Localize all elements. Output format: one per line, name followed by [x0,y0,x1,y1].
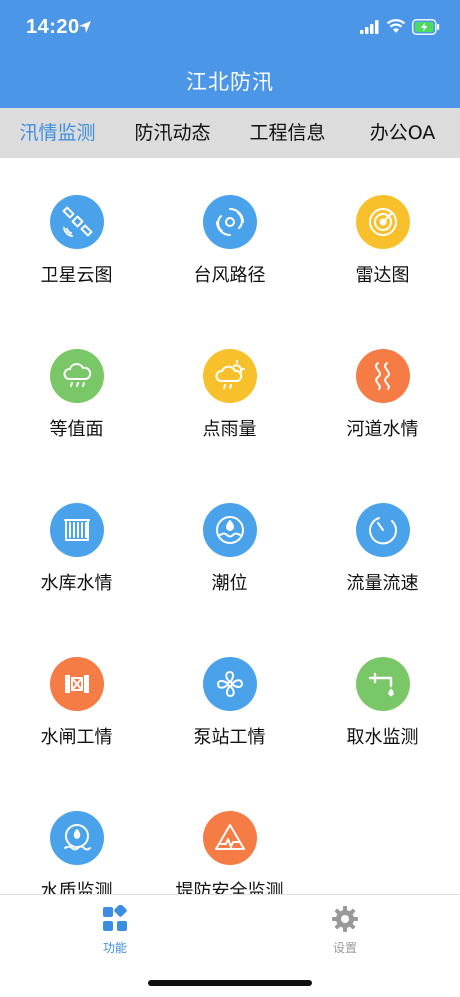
tabbar-item-functions[interactable]: 功能 [55,905,175,956]
tab-office-oa[interactable]: 办公OA [345,108,460,158]
tab-project-info[interactable]: 工程信息 [230,108,345,158]
grid-item-flow[interactable]: 流量流速 [306,503,459,613]
grid-item-reservoir[interactable]: 水库水情 [0,503,153,613]
fan-icon [203,657,257,711]
grid-diamond-icon [103,905,127,931]
page-title: 江北防汛 [186,70,274,94]
grid-item-typhoon[interactable]: 台风路径 [153,195,306,305]
category-tabs: 汛情监测 防汛动态 工程信息 办公OA [0,108,460,158]
water-drop-wave-icon [50,811,104,865]
tab-flood-monitoring[interactable]: 汛情监测 [0,108,115,158]
sluice-gate-icon [50,657,104,711]
typhoon-icon [203,195,257,249]
grid-item-point-rainfall[interactable]: 点雨量 [153,349,306,459]
radar-icon [356,195,410,249]
gear-icon [332,906,358,932]
grid-item-isosurface[interactable]: 等值面 [0,349,153,459]
cloud-rain-icon [50,349,104,403]
grid-item-label: 取水监测 [346,727,419,748]
grid-item-label: 等值面 [49,419,104,440]
tabbar-label: 功能 [102,941,127,955]
gauge-icon [356,503,410,557]
grid-item-label: 泵站工情 [193,727,266,748]
status-time: 14:20 [26,16,80,38]
grid-item-label: 堤防安全监测 [175,881,284,894]
grid-item-satellite[interactable]: 卫星云图 [0,195,153,305]
grid-item-label: 水闸工情 [40,727,113,748]
grid-item-label: 雷达图 [355,265,410,286]
grid-item-water-intake[interactable]: 取水监测 [306,657,459,767]
grid-item-label: 水库水情 [40,573,113,594]
grid-item-label: 潮位 [211,573,248,594]
sun-cloud-rain-icon [203,349,257,403]
reservoir-icon [50,503,104,557]
grid-item-tide[interactable]: 潮位 [153,503,306,613]
status-bar: 14:20 [0,0,460,56]
grid-item-pump-station[interactable]: 泵站工情 [153,657,306,767]
grid-item-label: 台风路径 [193,265,266,286]
tab-flood-news[interactable]: 防汛动态 [115,108,230,158]
grid-item-river[interactable]: 河道水情 [306,349,459,459]
cellular-signal-icon [360,20,379,34]
app-header: 14:20 江北防汛 [0,0,460,108]
function-grid-scroll[interactable]: 卫星云图 台风路径 雷达图 等值面 点雨量 河道水情 水库水情 潮位 流量流速 … [0,158,460,894]
tabbar-label: 设置 [332,941,357,955]
grid-item-sluice[interactable]: 水闸工情 [0,657,153,767]
grid-item-water-quality[interactable]: 水质监测 [0,811,153,894]
grid-item-label: 河道水情 [346,419,419,440]
grid-item-radar[interactable]: 雷达图 [306,195,459,305]
wifi-icon [386,19,406,33]
faucet-icon [356,657,410,711]
tabbar-item-settings[interactable]: 设置 [285,905,405,956]
warning-triangle-icon [203,811,257,865]
grid-item-label: 卫星云图 [40,265,113,286]
grid-item-levee-safety[interactable]: 堤防安全监测 [153,811,306,894]
location-arrow-icon [79,21,91,33]
tide-icon [203,503,257,557]
grid-item-label: 点雨量 [202,419,257,440]
home-indicator[interactable] [148,980,312,986]
river-icon [356,349,410,403]
grid-item-label: 水质监测 [40,881,113,894]
satellite-icon [50,195,104,249]
battery-charging-icon [412,19,440,35]
grid-item-label: 流量流速 [346,573,419,594]
